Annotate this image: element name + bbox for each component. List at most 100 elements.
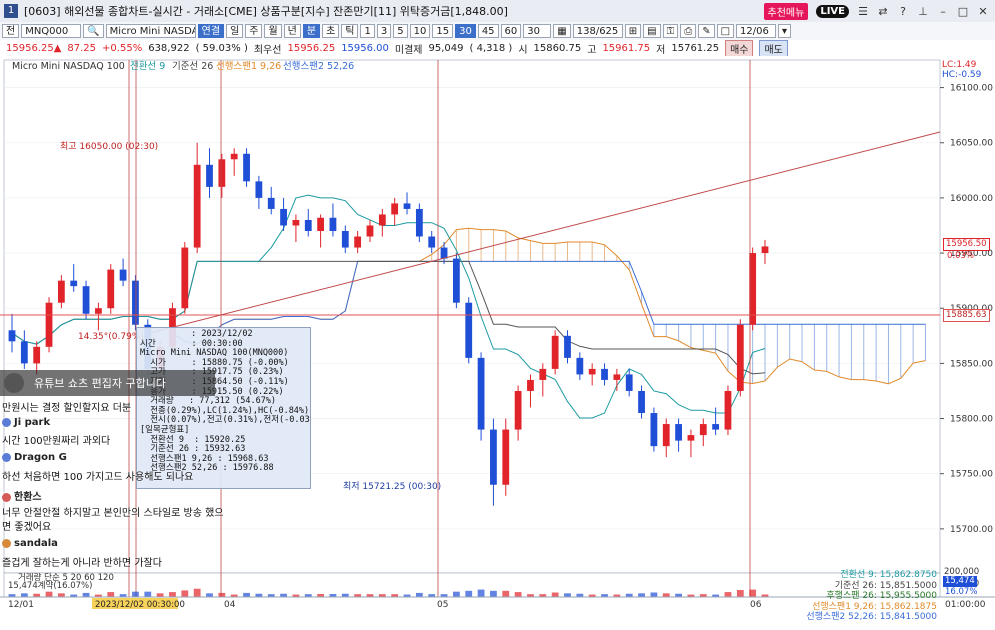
chat-user: Dragon G <box>2 452 67 463</box>
candle <box>601 368 608 380</box>
minute-3[interactable]: 3 <box>376 24 392 38</box>
candle <box>699 424 707 436</box>
symbol-input[interactable]: MNQ000 <box>21 24 82 38</box>
x-tick-label: 05 <box>437 600 448 610</box>
open-price: 15860.75 <box>533 42 582 54</box>
candle <box>366 225 374 237</box>
candle <box>761 246 769 254</box>
period-week[interactable]: 주 <box>245 24 263 38</box>
lc-label: LC:1.49 <box>942 60 977 70</box>
candle <box>82 286 90 314</box>
minute-1[interactable]: 1 <box>360 24 375 38</box>
minute-60[interactable]: 60 <box>500 24 522 38</box>
interval-select[interactable]: 30 <box>523 24 552 38</box>
volume-bar <box>502 590 510 597</box>
mode-button[interactable]: 전 <box>2 24 20 38</box>
y-tick-label: 16100.00 <box>950 84 993 94</box>
y-tick-label: 15750.00 <box>950 470 993 480</box>
candle <box>193 164 201 248</box>
chat-message: 하선 처음하면 100 가지고드 사용해도 되나요 <box>2 472 194 483</box>
y-tick-label: 15850.00 <box>950 359 993 369</box>
calendar-checkbox[interactable]: □ <box>716 24 735 38</box>
candle <box>403 203 411 209</box>
period-year[interactable]: 년 <box>283 24 301 38</box>
best-bid: 15956.25 <box>287 42 336 54</box>
candle <box>625 374 633 391</box>
volume-bar <box>564 593 571 597</box>
volume-pct: ( 59.03% ) <box>195 42 248 54</box>
close-icon[interactable]: ✕ <box>977 5 989 18</box>
x-tick-label: 06 <box>750 600 762 610</box>
volume-bar <box>514 592 522 597</box>
settings-icon[interactable]: ▦ <box>553 24 571 38</box>
candle <box>502 429 510 485</box>
chat-user: 한환스 <box>2 488 42 503</box>
title-bar: 1 [0603] 해외선물 종합차트-실시간 - 거래소[CME] 상품구분[지… <box>0 0 995 23</box>
candle <box>95 308 102 314</box>
live-button[interactable]: LIVE <box>816 5 849 18</box>
candle <box>132 280 139 325</box>
search-icon[interactable]: 🔍 <box>83 24 104 38</box>
date-field[interactable]: 12/06 <box>736 24 777 38</box>
candle <box>181 247 189 309</box>
period-second[interactable]: 초 <box>322 24 340 38</box>
minute-30[interactable]: 30 <box>455 24 476 38</box>
minute-5[interactable]: 5 <box>393 24 408 38</box>
link-button[interactable]: 연결 <box>197 24 225 38</box>
sell-button[interactable]: 매도 <box>759 39 788 57</box>
x-tick-label: 04 <box>224 600 236 610</box>
candle <box>8 330 16 342</box>
cursor-time-label: 2023/12/02 00:30:00 <box>95 600 185 610</box>
chart-symbol-label: Micro Mini NASDAQ 100 <box>12 61 125 72</box>
volume-bar <box>82 592 90 597</box>
period-month[interactable]: 월 <box>264 24 282 38</box>
pin-icon[interactable]: ⊥ <box>917 5 929 18</box>
minimize-icon[interactable]: – <box>937 5 949 18</box>
period-tick[interactable]: 틱 <box>341 24 359 38</box>
candle <box>638 390 645 414</box>
candle <box>20 341 28 364</box>
chat-banner: 유튜브 쇼츠 편집자 구합니다 <box>0 370 215 396</box>
grid-icon[interactable]: ▤ <box>643 24 661 38</box>
last-price: 15956.25▲ <box>6 42 62 54</box>
volume-pct-tag: 16.07% <box>945 587 978 597</box>
chat-username: sandala <box>14 538 58 549</box>
candle <box>292 219 300 226</box>
candle <box>465 302 473 358</box>
period-minute[interactable]: 분 <box>302 24 321 38</box>
low-price: 15761.25 <box>671 42 720 54</box>
minute-15[interactable]: 15 <box>432 24 454 38</box>
swap-icon[interactable]: ⇄ <box>877 5 889 18</box>
buy-button[interactable]: 매수 <box>725 39 754 57</box>
hline-price-tag: 15885.63 <box>943 309 990 322</box>
quote-bar: 15956.25▲ 87.25 +0.55% 638,922 ( 59.03% … <box>0 39 995 57</box>
maximize-icon[interactable]: □ <box>957 5 969 18</box>
lock-icon[interactable]: ⚿ <box>662 24 679 38</box>
period-day[interactable]: 일 <box>226 24 244 38</box>
high-label: 고 <box>587 44 597 56</box>
volume-bar <box>415 592 423 597</box>
price-change: 87.25 <box>67 42 97 54</box>
candle <box>490 429 497 485</box>
avatar <box>2 492 11 502</box>
legend-kijun: 기준선 26: 15,851.5000 <box>834 580 937 591</box>
candle <box>477 357 485 430</box>
candle <box>267 197 275 209</box>
recommend-menu-button[interactable]: 추천메뉴 <box>763 3 809 20</box>
minute-45[interactable]: 45 <box>477 24 499 38</box>
print-icon[interactable]: ⎙ <box>680 24 697 38</box>
chat-username: Ji park <box>14 417 51 428</box>
minute-10[interactable]: 10 <box>409 24 431 38</box>
candle <box>280 208 287 226</box>
zoom-icon[interactable]: ⊞ <box>624 24 642 38</box>
help-icon[interactable]: ? <box>897 5 909 18</box>
volume-bar <box>736 590 744 597</box>
candle <box>539 368 547 380</box>
angle-annotation: 14.35°(0.79%) <box>78 332 144 342</box>
candle <box>662 424 670 447</box>
candle <box>243 153 250 182</box>
list-icon[interactable]: ☰ <box>857 5 869 18</box>
tools-icon[interactable]: ✎ <box>698 24 715 38</box>
candle <box>206 164 213 187</box>
chevron-down-icon[interactable]: ▾ <box>778 24 792 38</box>
